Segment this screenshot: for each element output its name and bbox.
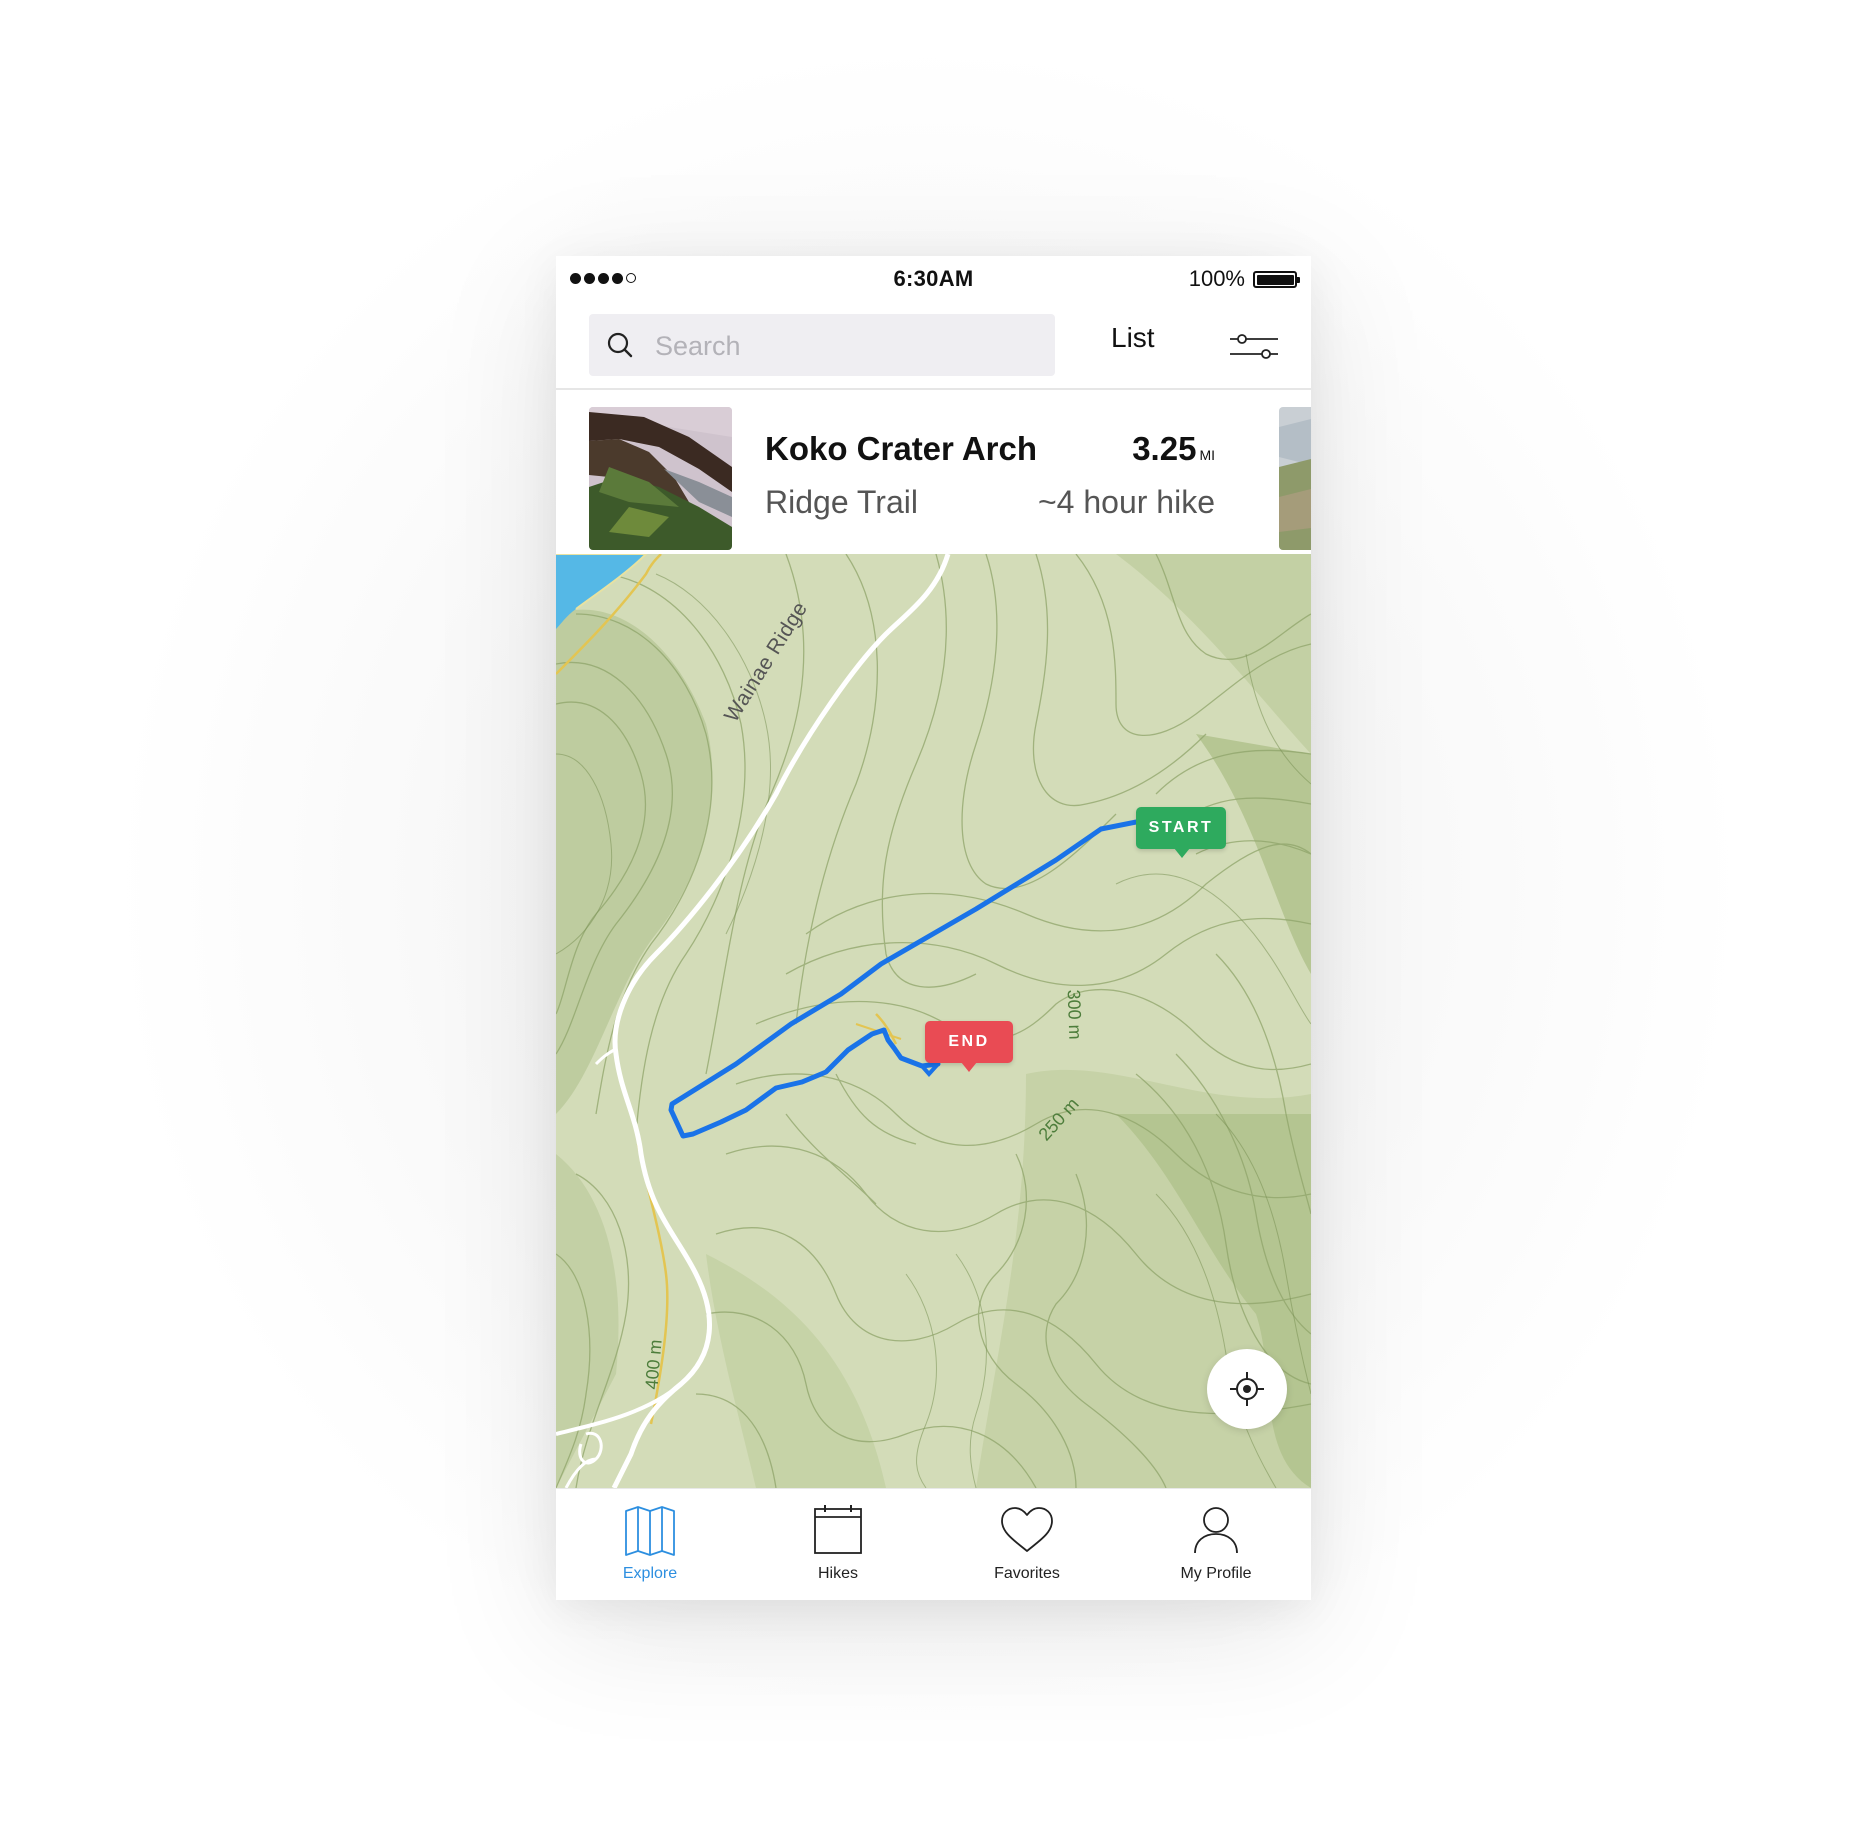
tab-label: Favorites bbox=[994, 1565, 1060, 1582]
tab-favorites[interactable]: Favorites bbox=[933, 1489, 1121, 1600]
tab-my-profile[interactable]: My Profile bbox=[1122, 1489, 1310, 1600]
hike-name: Koko Crater Arch bbox=[765, 430, 1038, 467]
heart-icon bbox=[1001, 1507, 1053, 1552]
tab-bar: Explore Hikes Favorites My Profile bbox=[556, 1488, 1311, 1600]
phone-screen: 6:30AM 100% List bbox=[556, 256, 1311, 1600]
tab-explore[interactable]: Explore bbox=[556, 1489, 744, 1600]
search-header: List bbox=[556, 310, 1311, 386]
hike-card[interactable]: Koko Crater Arch Ridge Trail 3.25 MI ~4 h… bbox=[556, 390, 1311, 554]
crosshair-icon bbox=[1230, 1372, 1264, 1406]
search-icon bbox=[607, 332, 633, 358]
hike-distance: 3.25 MI bbox=[1132, 430, 1215, 468]
tab-label: Explore bbox=[622, 1565, 678, 1582]
battery-percent: 100% bbox=[1188, 266, 1245, 291]
sliders-icon[interactable] bbox=[1228, 327, 1280, 367]
search-input[interactable] bbox=[653, 314, 1047, 378]
elevation-label: 400 m bbox=[641, 1338, 666, 1391]
search-box[interactable] bbox=[589, 314, 1055, 378]
locate-me-button[interactable] bbox=[1207, 1349, 1287, 1429]
list-view-button[interactable]: List bbox=[1111, 322, 1155, 354]
tab-label: Hikes bbox=[817, 1565, 858, 1582]
user-icon bbox=[1194, 1507, 1238, 1554]
hike-trail-name: Ridge Trail bbox=[765, 484, 918, 520]
hike-distance-unit: MI bbox=[1199, 447, 1215, 463]
status-bar: 6:30AM 100% bbox=[556, 256, 1311, 300]
hike-duration: ~4 hour hike bbox=[1037, 484, 1215, 520]
map-view[interactable]: Wainae Ridge 300 m 250 m 400 m START END bbox=[556, 554, 1311, 1488]
tab-hikes[interactable]: Hikes bbox=[744, 1489, 932, 1600]
end-marker[interactable]: END bbox=[925, 1021, 1013, 1072]
battery-icon bbox=[1253, 271, 1300, 288]
tab-label: My Profile bbox=[1180, 1565, 1252, 1582]
map-icon bbox=[625, 1506, 675, 1556]
hike-distance-value: 3.25 bbox=[1132, 430, 1197, 467]
start-marker[interactable]: START bbox=[1136, 807, 1226, 858]
next-hike-card-peek[interactable] bbox=[1279, 407, 1311, 550]
hike-thumbnail bbox=[589, 407, 732, 550]
calendar-icon bbox=[814, 1505, 862, 1554]
elevation-label: 300 m bbox=[1063, 989, 1086, 1040]
